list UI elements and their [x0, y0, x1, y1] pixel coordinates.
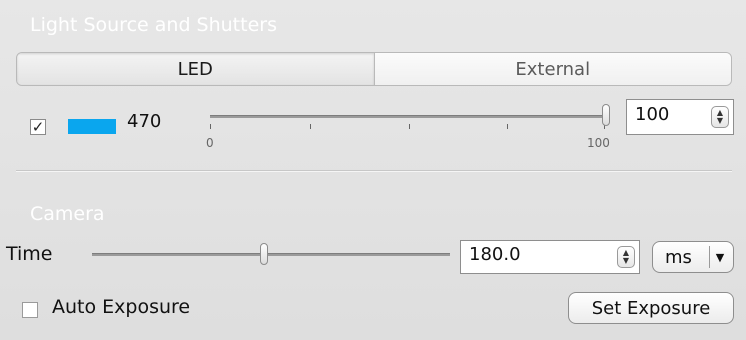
time-label: Time	[6, 243, 53, 265]
slider-max-label: 100	[587, 136, 610, 150]
exposure-time-spinbox[interactable]: 180.0 ▲ ▼	[460, 240, 640, 274]
slider-min-label: 0	[206, 136, 214, 150]
spin-down-icon[interactable]: ▼	[623, 257, 629, 265]
tab-led[interactable]: LED	[17, 53, 375, 85]
spin-buttons[interactable]: ▲ ▼	[711, 106, 729, 128]
check-icon: ✓	[31, 117, 45, 136]
auto-exposure-label: Auto Exposure	[52, 296, 191, 318]
light-source-tabs: LED External	[16, 52, 732, 86]
slider-track	[92, 253, 450, 256]
slider-tick	[507, 124, 508, 129]
led-color-swatch	[68, 119, 116, 134]
slider-thumb[interactable]	[602, 104, 610, 126]
exposure-time-value: 180.0	[469, 244, 521, 265]
led-intensity-spinbox[interactable]: 100 ▲ ▼	[626, 99, 734, 135]
slider-thumb[interactable]	[259, 243, 268, 265]
camera-section-title: Camera	[30, 203, 105, 225]
unit-dropdown[interactable]: ms ▼	[652, 241, 734, 273]
section-divider	[16, 170, 732, 172]
led-intensity-value: 100	[635, 104, 670, 125]
slider-tick	[409, 124, 410, 129]
spin-down-icon[interactable]: ▼	[717, 117, 723, 125]
auto-exposure-checkbox[interactable]	[22, 302, 38, 318]
slider-tick	[310, 124, 311, 129]
tab-external[interactable]: External	[374, 53, 731, 85]
light-section-title: Light Source and Shutters	[30, 14, 277, 36]
chevron-down-icon[interactable]: ▼	[709, 246, 730, 268]
slider-tick	[210, 124, 211, 129]
unit-value: ms	[665, 246, 692, 268]
led-470-checkbox[interactable]: ✓	[30, 119, 46, 135]
slider-track	[210, 115, 606, 118]
spin-buttons[interactable]: ▲ ▼	[617, 246, 635, 268]
settings-panel: Light Source and Shutters LED External ✓…	[0, 0, 746, 340]
led-wavelength-label: 470	[127, 111, 162, 132]
set-exposure-button[interactable]: Set Exposure	[568, 292, 734, 324]
